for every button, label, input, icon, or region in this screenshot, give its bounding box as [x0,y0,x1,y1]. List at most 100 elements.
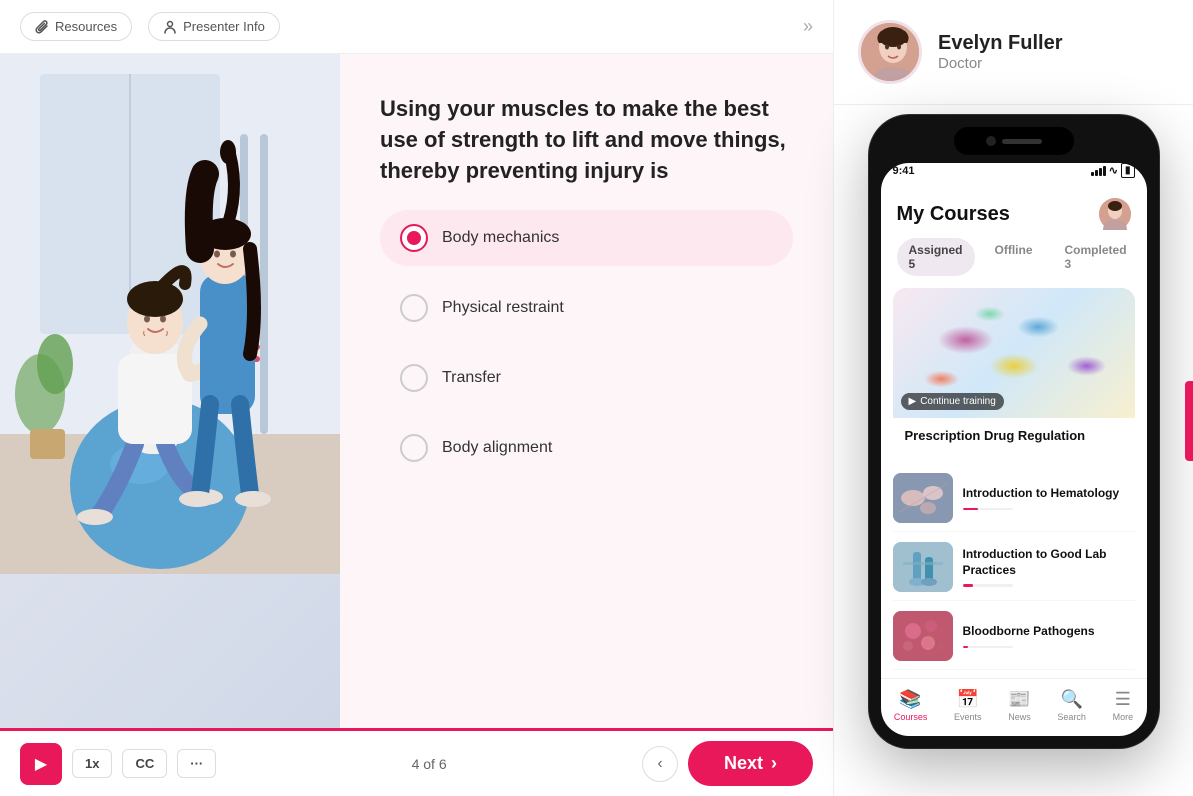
slide-text-area: Using your muscles to make the best use … [340,54,833,728]
profile-header: Evelyn Fuller Doctor [834,0,1193,105]
phone-inner: 9:41 ∿ ▮ [881,163,1147,736]
course-progress-hematology [963,508,1013,511]
featured-course-title: Prescription Drug Regulation [893,418,1135,453]
next-arrow-icon: › [771,753,777,774]
play-button[interactable]: ▶ [20,743,62,785]
next-label: Next [724,753,763,774]
option-a[interactable]: Body mechanics [380,210,793,266]
phone-bottom-nav: 📚 Courses 📅 Events 📰 News [881,678,1147,736]
tab-completed[interactable]: Completed 3 [1053,238,1139,276]
options-list: Body mechanics Physical restraint Transf… [380,210,793,476]
app-user-avatar[interactable] [1099,198,1131,230]
course-progress-lab [963,584,1013,587]
progress-text: 4 of 6 [226,756,632,772]
app-tabs: Assigned 5 Offline Completed 3 [881,238,1147,288]
option-b[interactable]: Physical restraint [380,280,793,336]
course-list: Introduction to Hematology [881,465,1147,670]
tab-offline[interactable]: Offline [983,238,1045,276]
radio-c [400,364,428,392]
wifi-icon: ∿ [1109,164,1118,177]
speed-button[interactable]: 1x [72,749,112,778]
continue-badge: ▶ Continue training [901,393,1004,410]
nav-events[interactable]: 📅 Events [954,689,982,722]
continue-label: Continue training [920,396,996,407]
cc-button[interactable]: CC [122,749,167,778]
option-c[interactable]: Transfer [380,350,793,406]
option-b-text: Physical restraint [442,299,564,317]
app-wrapper: Resources Presenter Info » [0,0,1193,796]
paperclip-icon [35,20,49,34]
events-nav-icon: 📅 [957,689,979,710]
course-progress-bloodborne [963,646,1013,649]
app-title: My Courses [897,203,1010,226]
app-avatar-img [1099,198,1131,230]
news-nav-label: News [1008,712,1031,722]
option-d[interactable]: Body alignment [380,420,793,476]
nav-courses[interactable]: 📚 Courses [894,689,928,722]
profile-info: Evelyn Fuller Doctor [938,32,1169,72]
phone-screen: 9:41 ∿ ▮ [881,163,1147,736]
courses-nav-label: Courses [894,712,928,722]
resources-button[interactable]: Resources [20,12,132,41]
status-icons: ∿ ▮ [1091,163,1135,178]
left-panel: Resources Presenter Info » [0,0,833,796]
course-thumb-hematology [893,473,953,523]
radio-b [400,294,428,322]
events-nav-label: Events [954,712,982,722]
pt-scene-svg [0,54,340,574]
more-nav-label: More [1113,712,1134,722]
prev-arrow[interactable]: ‹ [642,746,678,782]
bloodborne-thumb-img [893,611,953,661]
nav-search[interactable]: 🔍 Search [1057,689,1086,722]
presenter-info-label: Presenter Info [183,19,265,34]
search-nav-icon: 🔍 [1060,689,1082,710]
more-nav-icon: ☰ [1115,689,1131,710]
course-name-bloodborne: Bloodborne Pathogens [963,624,1135,640]
play-circle-icon: ▶ [909,396,917,407]
lab-thumb-img [893,542,953,592]
right-panel: Evelyn Fuller Doctor 9:41 [833,0,1193,796]
toolbar: Resources Presenter Info » [0,0,833,54]
course-item-bloodborne[interactable]: Bloodborne Pathogens [893,603,1135,670]
more-button[interactable]: ··· [177,749,216,778]
avatar [858,20,922,84]
option-d-text: Body alignment [442,439,552,457]
nav-more[interactable]: ☰ More [1113,689,1134,722]
course-thumb-bloodborne [893,611,953,661]
pink-accent-bar [1185,381,1193,461]
course-item-hematology[interactable]: Introduction to Hematology [893,465,1135,532]
app-header: My Courses [881,184,1147,238]
hematology-thumb-img [893,473,953,523]
phone-wrapper: 9:41 ∿ ▮ [834,105,1193,796]
presenter-info-button[interactable]: Presenter Info [148,12,280,41]
phone-status-bar: 9:41 ∿ ▮ [881,163,1147,184]
hematology-progress-fill [963,508,978,511]
phone-notch [954,127,1074,155]
chevron-right-icon: » [803,16,813,37]
question-text: Using your muscles to make the best use … [380,94,793,186]
option-c-text: Transfer [442,369,501,387]
phone-camera [986,136,996,146]
course-item-lab[interactable]: Introduction to Good Lab Practices [893,534,1135,601]
option-a-text: Body mechanics [442,229,559,247]
lab-progress-fill [963,584,973,587]
phone-frame: 9:41 ∿ ▮ [869,115,1159,748]
phone-time: 9:41 [893,165,915,177]
person-icon [163,20,177,34]
profile-name: Evelyn Fuller [938,32,1169,55]
bloodborne-progress-fill [963,646,968,649]
course-name-lab: Introduction to Good Lab Practices [963,547,1135,578]
profile-title: Doctor [938,55,1169,72]
course-info-hematology: Introduction to Hematology [963,486,1135,510]
featured-course-card[interactable]: ▶ Continue training Prescription Drug Re… [893,288,1135,453]
resources-label: Resources [55,19,117,34]
play-icon: ▶ [35,754,47,774]
featured-course-image: ▶ Continue training [893,288,1135,418]
slide-image [0,54,340,728]
course-info-bloodborne: Bloodborne Pathogens [963,624,1135,648]
course-name-hematology: Introduction to Hematology [963,486,1135,502]
nav-news[interactable]: 📰 News [1008,689,1031,722]
tab-assigned[interactable]: Assigned 5 [897,238,975,276]
radio-a [400,224,428,252]
next-button[interactable]: Next › [688,741,813,786]
